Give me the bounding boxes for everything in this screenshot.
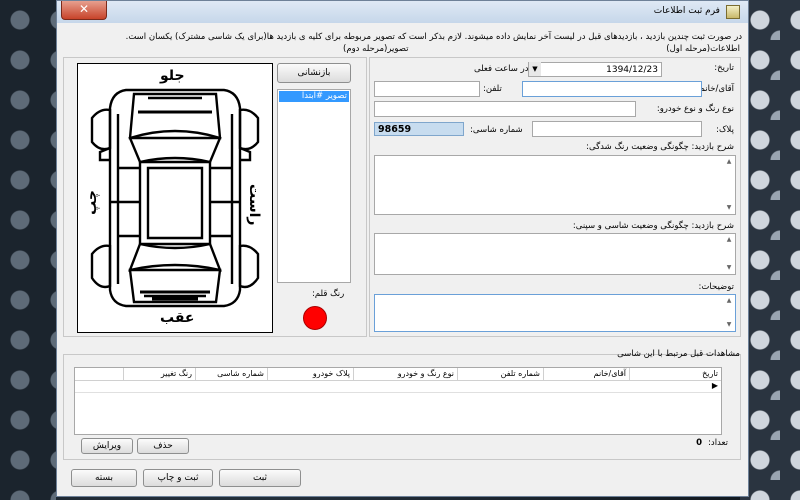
app-icon bbox=[726, 5, 740, 19]
scroll-down-icon[interactable]: ▼ bbox=[724, 203, 734, 213]
plate-label: پلاک: bbox=[716, 125, 734, 135]
owner-input[interactable] bbox=[522, 81, 702, 97]
color-type-input[interactable] bbox=[374, 101, 636, 117]
chassis-label: شماره شاسی: bbox=[470, 125, 523, 135]
car-diagram-canvas[interactable]: جلو عقب راست چپ bbox=[77, 63, 273, 333]
desc-chassis-label: شرح بازدید: چگونگی وضعیت شاسی و سپنی: bbox=[572, 221, 734, 231]
phase2-label: تصویر(مرحله دوم) bbox=[343, 44, 409, 54]
pen-color-label: رنگ قلم: bbox=[312, 289, 345, 299]
table-row[interactable]: ▶ bbox=[75, 380, 721, 393]
col-plate[interactable]: پلاک خودرو bbox=[267, 368, 353, 380]
phone-label: تلفن: bbox=[483, 84, 502, 94]
desc-paint-label: شرح بازدید: چگونگی وضعیت رنگ شدگی: bbox=[586, 142, 734, 152]
image-list-item[interactable]: تصویر #ابتدا bbox=[279, 91, 349, 102]
notes-textarea[interactable]: ▲ ▼ bbox=[374, 294, 736, 332]
date-label: تاریخ: bbox=[714, 63, 734, 73]
desc-chassis-textarea[interactable]: ▲ ▼ bbox=[374, 233, 736, 275]
save-print-button[interactable]: ثبت و چاپ bbox=[143, 469, 213, 487]
history-title: مشاهدات قبل مرتبط با این شاسی bbox=[617, 349, 740, 359]
count-value: 0 bbox=[696, 438, 702, 448]
notes-label: توضیحات: bbox=[698, 282, 734, 292]
title-bar[interactable]: ✕ فرم ثبت اطلاعات bbox=[57, 1, 748, 24]
count-label: تعداد: bbox=[708, 438, 728, 448]
history-grid[interactable]: تاریخ آقای/خانم شماره تلفن نوع رنگ و خود… bbox=[74, 367, 722, 435]
reset-button[interactable]: بازنشانی bbox=[277, 63, 351, 83]
col-color-change[interactable]: رنگ تغییر bbox=[123, 368, 195, 380]
form-content: در صورت ثبت چندین بازدید ، بازدیدهای قبل… bbox=[57, 23, 748, 496]
scroll-down-icon[interactable]: ▼ bbox=[724, 263, 734, 273]
plate-input[interactable] bbox=[532, 121, 702, 137]
registration-form-window: ✕ فرم ثبت اطلاعات در صورت ثبت چندین بازد… bbox=[56, 0, 749, 497]
pen-color-swatch[interactable] bbox=[303, 306, 327, 330]
scroll-up-icon[interactable]: ▲ bbox=[724, 235, 734, 245]
save-button[interactable]: ثبت bbox=[219, 469, 301, 487]
close-button[interactable]: بسته bbox=[71, 469, 137, 487]
row-marker-icon: ▶ bbox=[711, 381, 718, 390]
scroll-up-icon[interactable]: ▲ bbox=[724, 157, 734, 167]
close-window-button[interactable]: ✕ bbox=[61, 1, 107, 20]
info-panel: تاریخ: 1394/12/23 در ساعت فعلی ▼ آقای/خا… bbox=[369, 57, 741, 337]
phase1-label: اطلاعات(مرحله اول) bbox=[666, 44, 740, 54]
time-label: در ساعت فعلی bbox=[474, 64, 529, 74]
desktop-background-right bbox=[740, 0, 800, 500]
phone-input[interactable] bbox=[374, 81, 480, 97]
edit-button[interactable]: ویرایش bbox=[81, 438, 133, 454]
col-owner[interactable]: آقای/خانم bbox=[543, 368, 629, 380]
chassis-input[interactable]: 98659 bbox=[374, 122, 464, 136]
owner-label: آقای/خانم: bbox=[696, 84, 734, 94]
scroll-up-icon[interactable]: ▲ bbox=[724, 296, 734, 306]
color-type-label: نوع رنگ و نوع خودرو: bbox=[656, 104, 734, 114]
notice-text: در صورت ثبت چندین بازدید ، بازدیدهای قبل… bbox=[125, 32, 742, 42]
scroll-down-icon[interactable]: ▼ bbox=[724, 320, 734, 330]
col-phone[interactable]: شماره تلفن bbox=[457, 368, 543, 380]
desc-paint-textarea[interactable]: ▲ ▼ bbox=[374, 155, 736, 215]
date-dropdown-button[interactable]: ▼ bbox=[528, 62, 541, 76]
window-title: فرم ثبت اطلاعات bbox=[653, 6, 720, 16]
date-input[interactable]: 1394/12/23 bbox=[528, 62, 662, 77]
desktop-background-left bbox=[0, 0, 56, 500]
car-outline-icon bbox=[90, 88, 260, 308]
delete-button[interactable]: حذف bbox=[137, 438, 189, 454]
col-chassis[interactable]: شماره شاسی bbox=[195, 368, 267, 380]
col-color-type[interactable]: نوع رنگ و خودرو bbox=[353, 368, 457, 380]
image-list[interactable]: تصویر #ابتدا bbox=[277, 89, 351, 283]
col-date[interactable]: تاریخ bbox=[629, 368, 721, 380]
